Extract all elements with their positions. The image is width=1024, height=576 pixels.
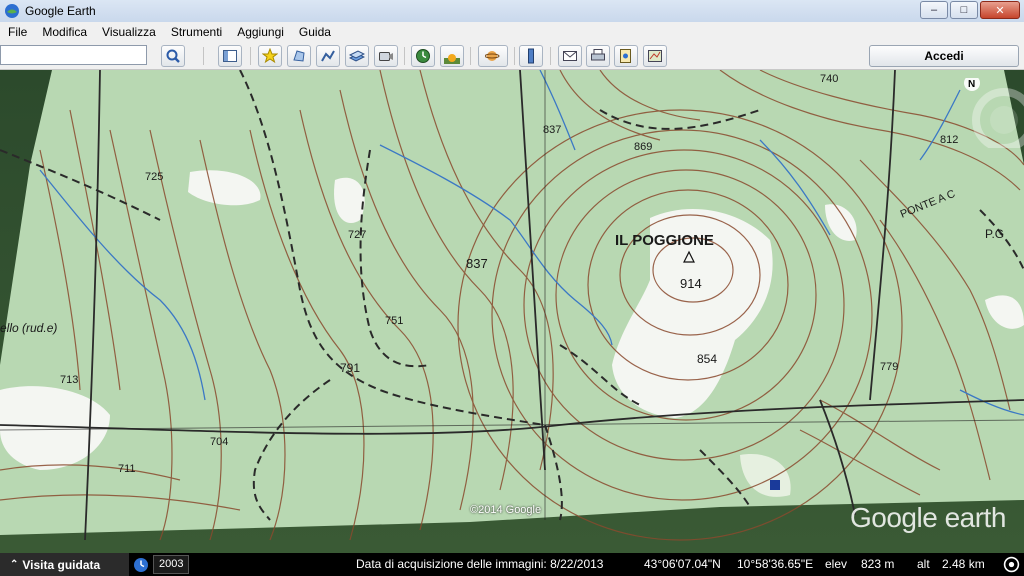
google-earth-app-icon bbox=[5, 4, 19, 18]
elev-837a-label: 837 bbox=[543, 124, 561, 136]
menu-guida[interactable]: Guida bbox=[291, 25, 338, 39]
menu-visualizza[interactable]: Visualizza bbox=[94, 25, 163, 39]
planets-button[interactable] bbox=[478, 45, 508, 67]
elev-725-label: 725 bbox=[145, 171, 163, 183]
copyright-text: ©2014 Google bbox=[470, 504, 542, 516]
save-image-icon bbox=[620, 49, 631, 63]
navigation-compass[interactable]: N bbox=[964, 78, 1024, 148]
sunlight-button[interactable] bbox=[440, 45, 464, 67]
tour-label: Visita guidata bbox=[22, 557, 101, 572]
polygon-button[interactable] bbox=[287, 45, 311, 67]
record-tour-icon bbox=[379, 52, 393, 61]
sidebar-icon bbox=[223, 50, 237, 62]
menu-modifica[interactable]: Modifica bbox=[34, 25, 94, 39]
north-label: N bbox=[968, 79, 975, 90]
placemark-button[interactable] bbox=[258, 45, 282, 67]
historical-imagery-button[interactable] bbox=[411, 45, 435, 67]
email-icon bbox=[563, 51, 577, 61]
latitude: 43°06'07.04"N bbox=[644, 557, 721, 571]
menu-strumenti[interactable]: Strumenti bbox=[163, 25, 229, 39]
title-bar: Google Earth – □ ✕ bbox=[0, 0, 1024, 22]
search-button[interactable] bbox=[161, 45, 185, 67]
historical-clock-icon[interactable] bbox=[133, 557, 149, 573]
alt-value: 2.48 km bbox=[942, 557, 985, 571]
record-tour-button[interactable] bbox=[374, 45, 398, 67]
menu-file[interactable]: File bbox=[0, 25, 34, 39]
streaming-icon bbox=[1003, 556, 1020, 573]
peak-name-label: IL POGGIONE bbox=[615, 232, 714, 249]
alt-label: alt bbox=[917, 557, 930, 571]
search-input[interactable] bbox=[0, 45, 147, 65]
placemark-icon bbox=[262, 48, 278, 64]
status-bar: ⌃ Visita guidata 2003 Data di acquisizio… bbox=[0, 553, 1024, 576]
elev-837b-label: 837 bbox=[466, 256, 488, 271]
chevron-up-icon: ⌃ bbox=[10, 559, 19, 570]
sunlight-icon bbox=[444, 54, 460, 64]
window-title: Google Earth bbox=[25, 4, 96, 18]
map-view[interactable]: IL POGGIONE 914 837 837 869 725 727 751 … bbox=[0, 70, 1024, 553]
overlay-button[interactable] bbox=[345, 45, 369, 67]
peak-elev-label: 914 bbox=[680, 276, 702, 291]
planets-icon bbox=[485, 51, 500, 61]
toolbar: Accedi bbox=[0, 42, 1024, 70]
pg-label: P.G bbox=[985, 227, 1004, 241]
elev-704-label: 704 bbox=[210, 436, 228, 448]
imagery-date: Data di acquisizione delle immagini: 8/2… bbox=[356, 557, 604, 571]
maximize-button[interactable]: □ bbox=[950, 1, 978, 19]
elev-740-label: 740 bbox=[820, 73, 838, 85]
elev-711-label: 711 bbox=[118, 463, 136, 475]
close-button[interactable]: ✕ bbox=[980, 1, 1020, 19]
map-labels: IL POGGIONE 914 837 837 869 725 727 751 … bbox=[0, 73, 1004, 475]
print-icon bbox=[591, 49, 605, 61]
elev-727-label: 727 bbox=[348, 229, 366, 241]
elev-791-label: 791 bbox=[340, 361, 360, 375]
path-icon bbox=[321, 50, 335, 62]
elev-869-label: 869 bbox=[634, 141, 652, 153]
ruler-button[interactable] bbox=[519, 45, 543, 67]
elev-713-label: 713 bbox=[60, 374, 78, 386]
search-icon bbox=[166, 49, 180, 63]
tour-guide-button[interactable]: ⌃ Visita guidata bbox=[0, 553, 129, 576]
elev-812-label: 812 bbox=[940, 134, 958, 146]
print-button[interactable] bbox=[586, 45, 610, 67]
elev-751-label: 751 bbox=[385, 315, 403, 327]
elev-label: elev bbox=[825, 557, 848, 571]
view-in-maps-icon bbox=[648, 50, 662, 62]
email-button[interactable] bbox=[558, 45, 582, 67]
save-image-button[interactable] bbox=[614, 45, 638, 67]
menu-aggiungi[interactable]: Aggiungi bbox=[229, 25, 291, 39]
imagery-year[interactable]: 2003 bbox=[153, 555, 190, 574]
google-earth-logo: Google earth bbox=[850, 502, 1006, 533]
sidebar-button[interactable] bbox=[218, 45, 242, 67]
elev-779-label: 779 bbox=[880, 361, 898, 373]
path-button[interactable] bbox=[316, 45, 340, 67]
historical-imagery-icon bbox=[416, 49, 430, 63]
view-in-maps-button[interactable] bbox=[643, 45, 667, 67]
longitude: 10°58'36.65"E bbox=[737, 557, 814, 571]
ruler-icon bbox=[528, 48, 534, 64]
elev-854-label: 854 bbox=[697, 352, 717, 366]
menu-bar: File Modifica Visualizza Strumenti Aggiu… bbox=[0, 22, 1024, 42]
polygon-icon bbox=[293, 50, 305, 62]
minimize-button[interactable]: – bbox=[920, 1, 948, 19]
ponte-label: PONTE A C bbox=[899, 188, 957, 221]
elev-value: 823 m bbox=[861, 557, 895, 571]
ruder-label: ello (rud.e) bbox=[0, 321, 57, 335]
signin-button[interactable]: Accedi bbox=[869, 45, 1019, 67]
overlay-icon bbox=[349, 50, 365, 62]
